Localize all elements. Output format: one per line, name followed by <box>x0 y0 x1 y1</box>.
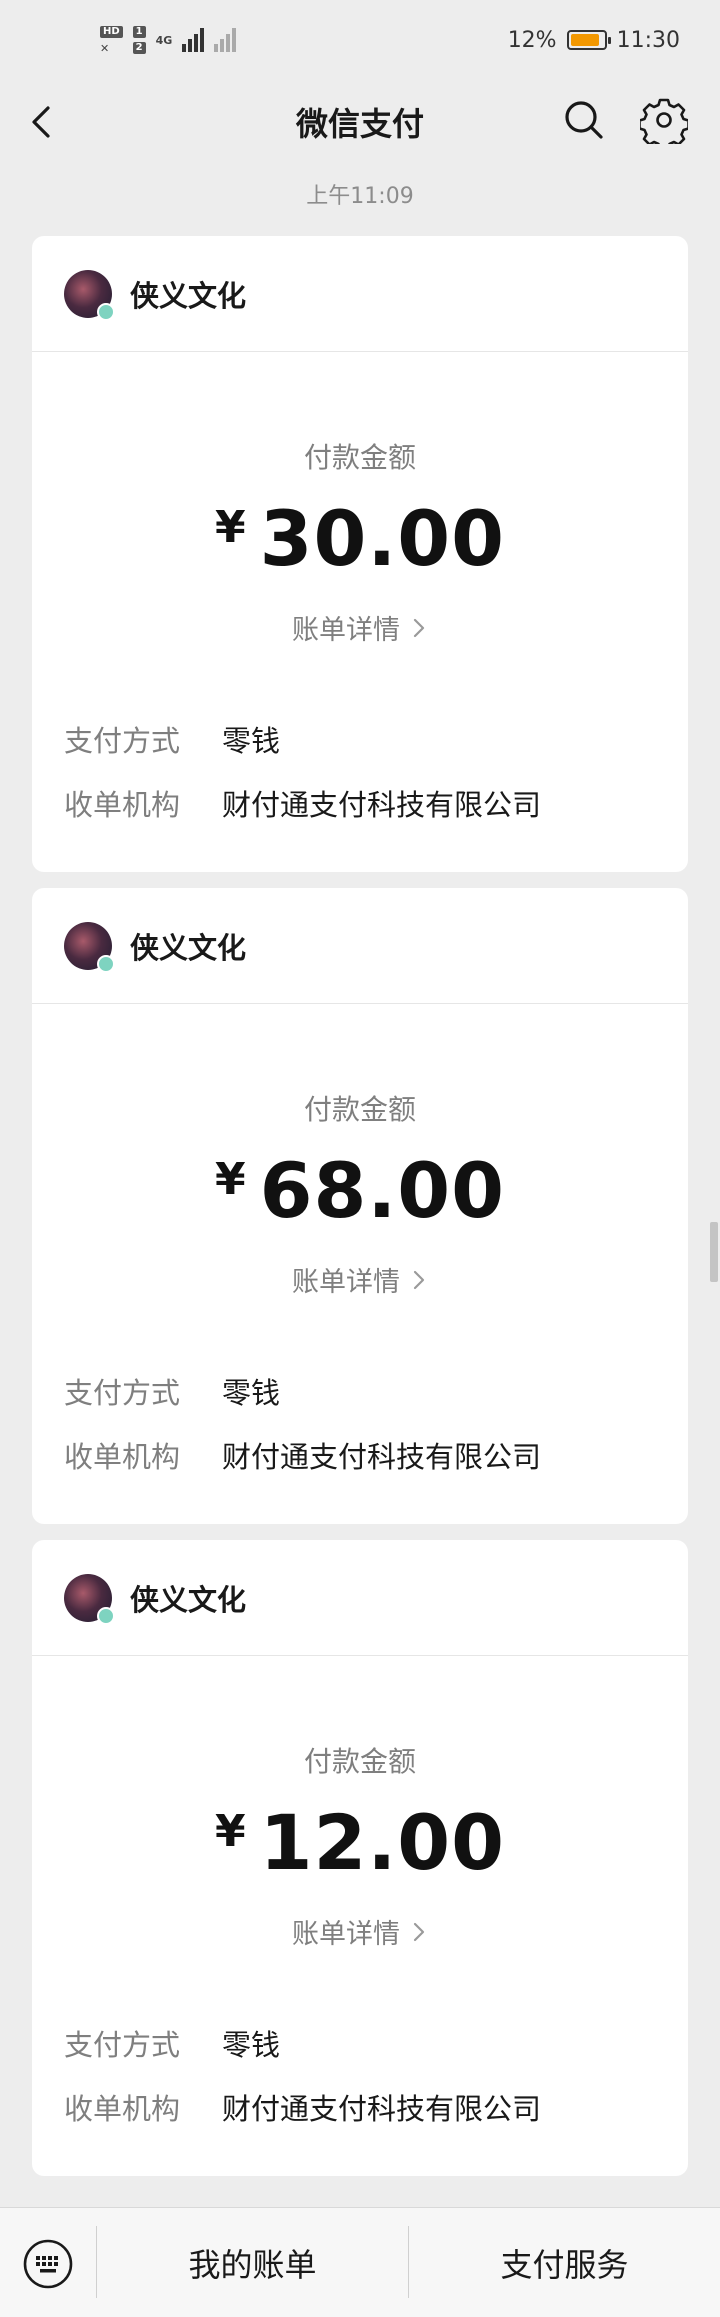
payment-method-row: 支付方式 零钱 <box>64 718 280 760</box>
wifi-off-icon: ✕ <box>100 41 110 55</box>
status-right: 12% 11:30 <box>508 28 680 53</box>
gear-icon[interactable] <box>640 96 688 144</box>
search-icon[interactable] <box>560 96 608 144</box>
status-bar: HD ✕ 1 2 4G 12% 11:30 <box>0 0 720 80</box>
status-left: HD ✕ 1 2 4G <box>100 25 237 55</box>
my-bills-label: 我的账单 <box>188 2246 317 2284</box>
currency-symbol: ¥ <box>214 1154 246 1205</box>
payment-method-value: 零钱 <box>222 2028 281 2062</box>
payment-method-label: 支付方式 <box>64 1376 181 1410</box>
acquirer-value: 财付通支付科技有限公司 <box>222 1440 542 1474</box>
amount-value: 68.00 <box>259 1146 506 1235</box>
scrollbar-thumb[interactable] <box>710 1222 718 1282</box>
payment-amount: ¥ 12.00 <box>32 1802 688 1884</box>
bill-details-label: 账单详情 <box>292 615 400 646</box>
acquirer-row: 收单机构 财付通支付科技有限公司 <box>64 2086 541 2128</box>
amount-value: 12.00 <box>259 1798 506 1887</box>
bill-details-link[interactable]: 账单详情 <box>32 608 688 647</box>
acquirer-label: 收单机构 <box>64 788 181 822</box>
acquirer-label: 收单机构 <box>64 1440 181 1474</box>
payment-method-label: 支付方式 <box>64 2028 181 2062</box>
bill-details-link[interactable]: 账单详情 <box>32 1260 688 1299</box>
signal-icon <box>182 28 205 52</box>
my-bills-button[interactable]: 我的账单 <box>97 2208 408 2317</box>
payment-method-value: 零钱 <box>222 1376 281 1410</box>
merchant-avatar[interactable] <box>64 269 115 321</box>
chevron-right-icon <box>413 618 425 637</box>
payment-method-row: 支付方式 零钱 <box>64 1370 280 1412</box>
page-title: 微信支付 <box>295 105 424 143</box>
chevron-right-icon <box>413 1270 425 1289</box>
acquirer-value: 财付通支付科技有限公司 <box>222 2092 542 2126</box>
keyboard-icon[interactable] <box>22 2238 74 2290</box>
network-type: 4G <box>155 33 173 47</box>
amount-label: 付款金额 <box>303 441 416 474</box>
card-header[interactable]: 侠义文化 <box>32 888 688 1004</box>
payment-card[interactable]: 侠义文化 付款金额 ¥ 12.00 账单详情 支付方式 零钱 收单机构 财付通支… <box>32 1540 688 2176</box>
card-header[interactable]: 侠义文化 <box>32 1540 688 1656</box>
acquirer-row: 收单机构 财付通支付科技有限公司 <box>64 782 541 824</box>
acquirer-label: 收单机构 <box>64 2092 181 2126</box>
merchant-name: 侠义文化 <box>130 930 247 965</box>
acquirer-value: 财付通支付科技有限公司 <box>222 788 542 822</box>
clock: 11:30 <box>616 27 680 53</box>
amount-value: 30.00 <box>259 494 506 583</box>
bill-details-link[interactable]: 账单详情 <box>32 1912 688 1951</box>
merchant-avatar[interactable] <box>64 1573 115 1625</box>
battery-icon <box>566 30 611 50</box>
payment-card[interactable]: 侠义文化 付款金额 ¥ 30.00 账单详情 支付方式 零钱 收单机构 财付通支… <box>32 236 688 872</box>
payment-method-row: 支付方式 零钱 <box>64 2022 280 2064</box>
merchant-name: 侠义文化 <box>130 1582 247 1617</box>
nav-bar: 微信支付 <box>0 80 720 164</box>
currency-symbol: ¥ <box>214 1806 246 1857</box>
merchant-avatar[interactable] <box>64 921 115 973</box>
sim2-badge: 2 <box>132 42 146 54</box>
sim1-badge: 1 <box>132 26 146 38</box>
bill-details-label: 账单详情 <box>292 1919 400 1950</box>
amount-label: 付款金额 <box>303 1745 416 1778</box>
pay-services-label: 支付服务 <box>500 2246 629 2284</box>
back-icon[interactable] <box>22 100 66 144</box>
payment-card[interactable]: 侠义文化 付款金额 ¥ 68.00 账单详情 支付方式 零钱 收单机构 财付通支… <box>32 888 688 1524</box>
pay-services-button[interactable]: 支付服务 <box>409 2208 720 2317</box>
message-timestamp: 上午11:09 <box>306 184 414 209</box>
payment-method-value: 零钱 <box>222 724 281 758</box>
currency-symbol: ¥ <box>214 502 246 553</box>
amount-label: 付款金额 <box>303 1093 416 1126</box>
card-header[interactable]: 侠义文化 <box>32 236 688 352</box>
battery-percent: 12% <box>507 27 557 53</box>
chevron-right-icon <box>413 1922 425 1941</box>
merchant-name: 侠义文化 <box>130 278 247 313</box>
bill-details-label: 账单详情 <box>292 1267 400 1298</box>
payment-amount: ¥ 68.00 <box>32 1150 688 1232</box>
signal-secondary-icon <box>214 28 237 52</box>
bottom-menu-bar: 我的账单 支付服务 <box>0 2207 720 2317</box>
hd-badge: HD <box>100 25 123 38</box>
payment-method-label: 支付方式 <box>64 724 181 758</box>
payment-amount: ¥ 30.00 <box>32 498 688 580</box>
acquirer-row: 收单机构 财付通支付科技有限公司 <box>64 1434 541 1476</box>
